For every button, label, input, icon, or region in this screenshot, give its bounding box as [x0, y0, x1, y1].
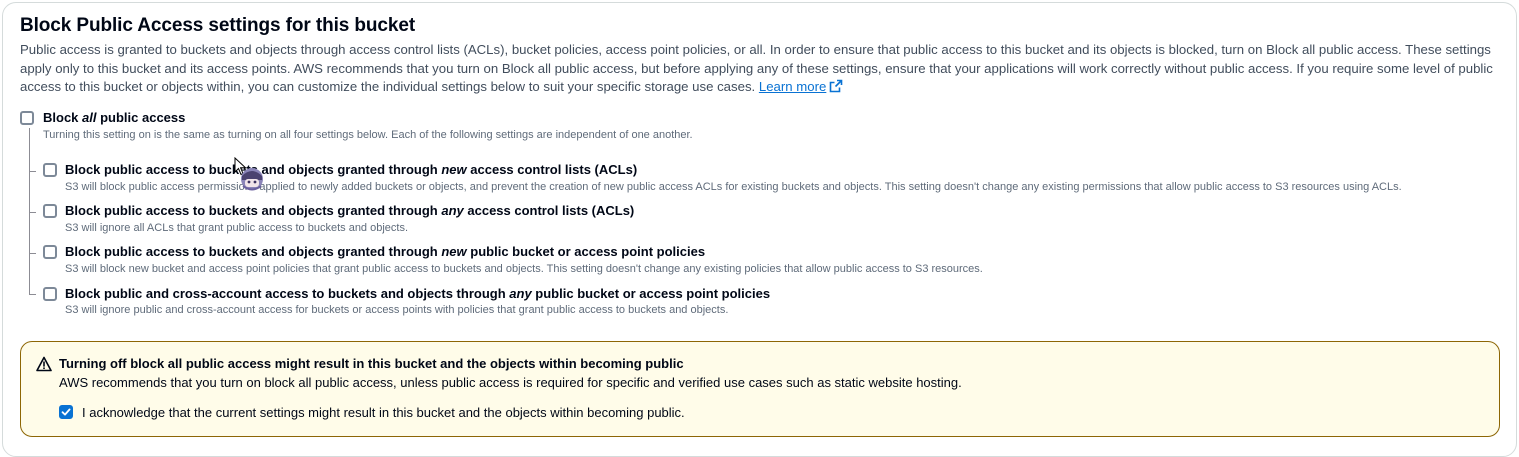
- tree-line-branch: [29, 253, 36, 254]
- section-description-text: Public access is granted to buckets and …: [20, 42, 1493, 94]
- learn-more-text: Learn more: [758, 79, 827, 94]
- warning-body: AWS recommends that you turn on block al…: [59, 375, 962, 390]
- option-label-em: any: [509, 286, 532, 301]
- option-label-post: public bucket or access point policies: [466, 244, 706, 259]
- option-label-post: public bucket or access point policies: [531, 286, 771, 301]
- block-cross-account-description: S3 will ignore public and cross-account …: [65, 304, 729, 316]
- section-description: Public access is granted to buckets and …: [20, 41, 1498, 97]
- block-any-acls-checkbox[interactable]: [43, 204, 57, 218]
- acknowledge-checkbox[interactable]: [59, 405, 73, 419]
- block-all-checkbox[interactable]: [20, 111, 34, 125]
- block-all-label-em: all: [82, 110, 97, 125]
- external-link-icon: [830, 79, 843, 93]
- block-any-acls-description: S3 will ignore all ACLs that grant publi…: [65, 222, 409, 234]
- block-all-label-post: public access: [96, 110, 186, 125]
- block-cross-account-label[interactable]: Block public and cross-account access to…: [65, 286, 770, 301]
- option-label-post: access control lists (ACLs): [466, 162, 638, 177]
- block-new-acls-description: S3 will block public access permissions …: [65, 181, 1402, 193]
- checkmark-icon: [61, 408, 71, 416]
- tree-line-branch: [29, 212, 36, 213]
- warning-alert: Turning off block all public access migh…: [20, 341, 1500, 437]
- character-avatar-icon: [241, 168, 263, 191]
- block-cross-account-checkbox[interactable]: [43, 287, 57, 301]
- option-label-em: new: [441, 162, 467, 177]
- block-new-policies-checkbox[interactable]: [43, 245, 57, 259]
- tree-line-vertical: [29, 128, 30, 294]
- option-label-em: new: [441, 244, 467, 259]
- block-all-label[interactable]: Block all public access: [43, 110, 185, 125]
- option-label-pre: Block public access to buckets and objec…: [65, 244, 442, 259]
- warning-icon: [36, 356, 52, 372]
- option-label-post: access control lists (ACLs): [463, 203, 635, 218]
- tree-line-branch: [29, 294, 36, 295]
- tree-line-branch: [29, 171, 36, 172]
- option-label-pre: Block public and cross-account access to…: [65, 286, 510, 301]
- block-new-acls-label[interactable]: Block public access to buckets and objec…: [65, 162, 637, 177]
- block-all-label-pre: Block: [43, 110, 83, 125]
- block-any-acls-label[interactable]: Block public access to buckets and objec…: [65, 203, 634, 218]
- acknowledge-label[interactable]: I acknowledge that the current settings …: [82, 405, 685, 420]
- option-label-pre: Block public access to buckets and objec…: [65, 203, 442, 218]
- warning-title: Turning off block all public access migh…: [59, 356, 684, 371]
- section-title: Block Public Access settings for this bu…: [20, 15, 416, 36]
- block-new-policies-description: S3 will block new bucket and access poin…: [65, 263, 983, 275]
- block-all-description: Turning this setting on is the same as t…: [43, 129, 693, 141]
- learn-more-link[interactable]: Learn more: [759, 79, 843, 94]
- option-label-em: any: [441, 203, 464, 218]
- block-new-acls-checkbox[interactable]: [43, 163, 57, 177]
- block-new-policies-label[interactable]: Block public access to buckets and objec…: [65, 244, 705, 259]
